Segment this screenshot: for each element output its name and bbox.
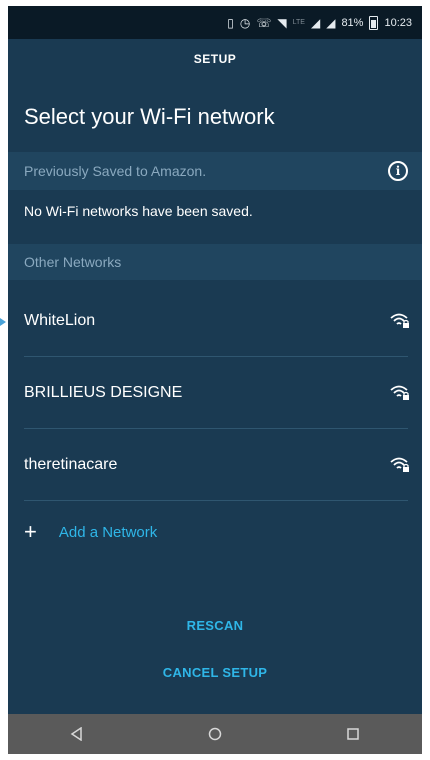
wifi-lock-icon xyxy=(390,313,409,328)
signal-icon-1: ◢ xyxy=(310,15,321,30)
clock: 10:23 xyxy=(384,16,412,29)
network-row-brillieus[interactable]: BRILLIEUS DESIGNE xyxy=(8,357,422,429)
network-name: WhiteLion xyxy=(24,312,96,329)
status-bar: ▯ ◷ ☏ ◥ LTE ◢ ◢ 81% 10:23 xyxy=(8,6,422,39)
edge-pointer-icon xyxy=(0,318,6,326)
add-network-label: Add a Network xyxy=(58,523,158,541)
saved-section-label: Previously Saved to Amazon. xyxy=(24,163,207,179)
battery-icon xyxy=(369,15,379,30)
call-lte-icon: ☏ xyxy=(256,15,272,30)
phone-screen: ▯ ◷ ☏ ◥ LTE ◢ ◢ 81% 10:23 SETUP Select y… xyxy=(8,6,422,754)
home-circle-icon xyxy=(208,727,222,741)
recents-button[interactable] xyxy=(333,714,373,754)
signal-icon-2: ◢ xyxy=(326,15,336,30)
network-row-whitelion[interactable]: WhiteLion xyxy=(8,285,422,357)
recents-square-icon xyxy=(347,728,359,740)
saved-networks-section: Previously Saved to Amazon. i xyxy=(8,152,422,190)
network-row-theretinacare[interactable]: theretinacare xyxy=(8,429,422,501)
row-divider xyxy=(24,500,408,501)
back-triangle-icon xyxy=(70,727,82,741)
rescan-button[interactable]: RESCAN xyxy=(8,618,422,633)
lte-label: LTE xyxy=(292,19,305,26)
page-title: SETUP xyxy=(193,52,237,66)
home-button[interactable] xyxy=(195,714,235,754)
select-network-heading: Select your Wi-Fi network xyxy=(24,104,275,129)
network-name: theretinacare xyxy=(24,456,118,473)
cancel-setup-button[interactable]: CANCEL SETUP xyxy=(8,665,422,680)
battery-percent: 81% xyxy=(341,16,364,29)
vibrate-icon: ▯ xyxy=(227,15,234,30)
wifi-status-icon: ◥ xyxy=(277,15,287,30)
android-nav-bar xyxy=(8,714,422,754)
wifi-lock-icon xyxy=(390,457,409,472)
other-networks-section: Other Networks xyxy=(8,244,422,280)
no-saved-message: No Wi-Fi networks have been saved. xyxy=(24,203,253,219)
other-section-label: Other Networks xyxy=(24,254,122,270)
network-name: BRILLIEUS DESIGNE xyxy=(24,384,183,401)
plus-icon: + xyxy=(24,519,37,544)
back-button[interactable] xyxy=(57,714,97,754)
alarm-icon: ◷ xyxy=(239,15,251,30)
info-icon[interactable]: i xyxy=(388,161,408,181)
wifi-lock-icon xyxy=(390,385,409,400)
add-network-button[interactable]: + Add a Network xyxy=(24,514,157,550)
